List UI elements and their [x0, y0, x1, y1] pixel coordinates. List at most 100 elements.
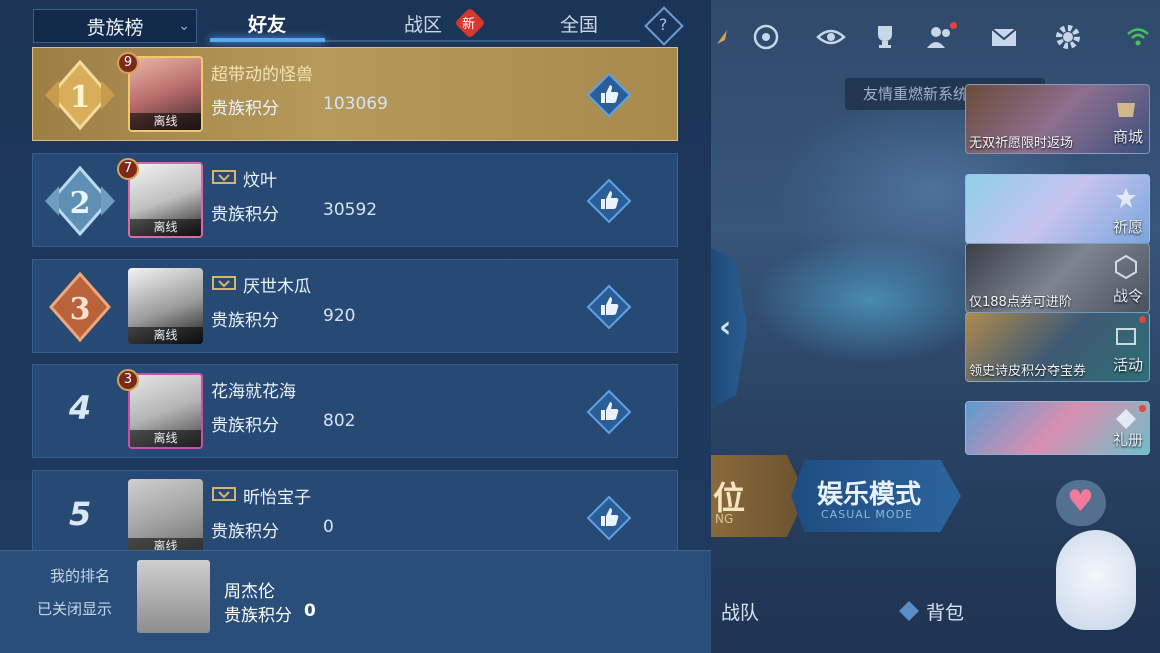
leaderboard-tabs: 贵族榜 ⌄ 好友 战区 新 全国 ?: [0, 0, 711, 46]
tab-national[interactable]: 全国: [560, 10, 598, 37]
eye-icon[interactable]: [814, 20, 848, 54]
my-rank-status: 已关闭显示: [37, 600, 113, 618]
thumbs-up-icon: [586, 284, 632, 330]
new-badge: 新: [454, 7, 486, 39]
score-value: 103069: [323, 94, 388, 114]
heart-bubble[interactable]: ♥: [1056, 480, 1106, 526]
level-badge: 3: [117, 369, 139, 391]
promo-label: 礼册: [1112, 431, 1143, 449]
mail-icon[interactable]: [987, 20, 1021, 54]
mascot-character[interactable]: [1056, 530, 1136, 630]
offline-status: 离线: [128, 327, 203, 344]
bronze-rank-medal-icon: 3: [45, 270, 115, 344]
player-name: 超带动的怪兽: [211, 65, 313, 85]
team-button[interactable]: 战队: [721, 598, 759, 625]
board-type-dropdown[interactable]: 贵族榜 ⌄: [33, 9, 197, 43]
noble-crown-icon: [212, 276, 236, 290]
promo-label: 商城: [1112, 128, 1143, 146]
bag-button[interactable]: 背包: [926, 598, 964, 625]
activity-notification-dot: [1139, 316, 1146, 323]
gift-notification-dot: [1139, 405, 1146, 412]
promo-wish[interactable]: 祈愿: [965, 174, 1150, 244]
rank-number: 1: [70, 80, 91, 115]
player-name: 昕怡宝子: [243, 488, 311, 508]
help-button[interactable]: ?: [644, 6, 684, 46]
avatar[interactable]: 离线: [128, 373, 203, 449]
noble-crown-icon: [212, 170, 236, 184]
score-label: 贵族积分: [211, 99, 279, 119]
offline-status: 离线: [130, 113, 201, 130]
score-value: 920: [323, 306, 356, 326]
casual-mode-button[interactable]: 娱乐模式 CASUAL MODE: [791, 460, 961, 532]
casual-mode-sublabel: CASUAL MODE: [821, 508, 913, 521]
avatar[interactable]: 离线: [128, 479, 203, 555]
rank-number: 5: [69, 495, 92, 533]
like-button[interactable]: [586, 495, 632, 541]
like-button[interactable]: [586, 389, 632, 435]
leaderboard-row[interactable]: 2 离线 7 炆叶 贵族积分 30592: [32, 153, 678, 247]
tab-region[interactable]: 战区: [404, 10, 442, 37]
score-value: 802: [323, 411, 356, 431]
friends-icon[interactable]: [923, 20, 957, 54]
promo-activity[interactable]: 领史诗皮积分夺宝券 活动: [965, 312, 1150, 382]
score-label: 贵族积分: [211, 416, 279, 436]
wifi-signal-icon: [1123, 20, 1153, 54]
silver-rank-medal-icon: 2: [45, 164, 115, 238]
active-tab-indicator: [210, 38, 325, 42]
like-button[interactable]: [586, 72, 632, 118]
heart-icon: ♥: [1067, 484, 1094, 519]
board-type-label: 贵族榜: [86, 16, 144, 39]
trophy-icon[interactable]: [868, 20, 902, 54]
wing-icon: [711, 20, 745, 54]
leaderboard-row[interactable]: 3 离线 厌世木瓜 贵族积分 920: [32, 259, 678, 353]
player-name: 炆叶: [243, 171, 277, 191]
promo-label: 祈愿: [1112, 218, 1143, 236]
offline-status: 离线: [130, 219, 201, 236]
offline-status: 离线: [130, 430, 201, 447]
gold-rank-medal-icon: 1: [45, 58, 115, 132]
player-name: 花海就花海: [211, 382, 296, 402]
rank-number: 3: [70, 292, 91, 327]
wish-icon: [1113, 185, 1139, 211]
avatar[interactable]: 离线: [128, 162, 203, 238]
score-value: 0: [323, 517, 334, 537]
avatar[interactable]: 离线: [128, 56, 203, 132]
target-icon[interactable]: [749, 20, 783, 54]
promo-caption: 无双祈愿限时返场: [969, 136, 1074, 151]
score-value: 30592: [323, 200, 378, 220]
promo-label: 活动: [1112, 356, 1143, 374]
promo-shop[interactable]: 无双祈愿限时返场 商城: [965, 84, 1150, 154]
level-badge: 7: [117, 158, 139, 180]
shop-icon: [1113, 95, 1139, 121]
promo-caption: 仅188点券可进阶: [969, 295, 1072, 310]
rank-number: 2: [70, 186, 91, 221]
promo-caption: 领史诗皮积分夺宝券: [969, 364, 1087, 379]
score-label: 贵族积分: [211, 522, 279, 542]
my-avatar[interactable]: [137, 560, 210, 633]
noble-crown-icon: [212, 487, 236, 501]
avatar[interactable]: 离线: [128, 268, 203, 344]
thumbs-up-icon: [586, 389, 632, 435]
thumbs-up-icon: [586, 495, 632, 541]
settings-gear-icon[interactable]: [1051, 20, 1085, 54]
leaderboard-row[interactable]: 1 离线 9 超带动的怪兽 贵族积分 103069: [32, 47, 678, 141]
like-button[interactable]: [586, 284, 632, 330]
my-rank-bar: 我的排名 已关闭显示 周杰伦 贵族积分 0: [0, 550, 711, 653]
promo-label: 战令: [1112, 287, 1143, 305]
friends-notification-dot: [950, 22, 957, 29]
casual-mode-label: 娱乐模式: [817, 480, 922, 510]
tab-friends[interactable]: 好友: [248, 10, 286, 37]
rank-number: 4: [69, 389, 92, 427]
level-badge: 9: [117, 52, 139, 74]
promo-gift-book[interactable]: 礼册: [965, 401, 1150, 455]
thumbs-up-icon: [586, 72, 632, 118]
promo-battle-pass[interactable]: 仅188点券可进阶 战令: [965, 243, 1150, 313]
leaderboard-row[interactable]: 4 离线 3 花海就花海 贵族积分 802: [32, 364, 678, 458]
lobby-background: 友情重燃新系统上线 无双祈愿限时返场 商城 祈愿 仅188点券可进阶 战令 领史…: [711, 0, 1160, 653]
question-icon: ?: [658, 14, 668, 34]
bag-icon: [896, 598, 922, 629]
like-button[interactable]: [586, 178, 632, 224]
battle-pass-icon: [1113, 254, 1139, 280]
my-score-value: 0: [304, 601, 316, 621]
score-label: 贵族积分: [211, 311, 279, 331]
